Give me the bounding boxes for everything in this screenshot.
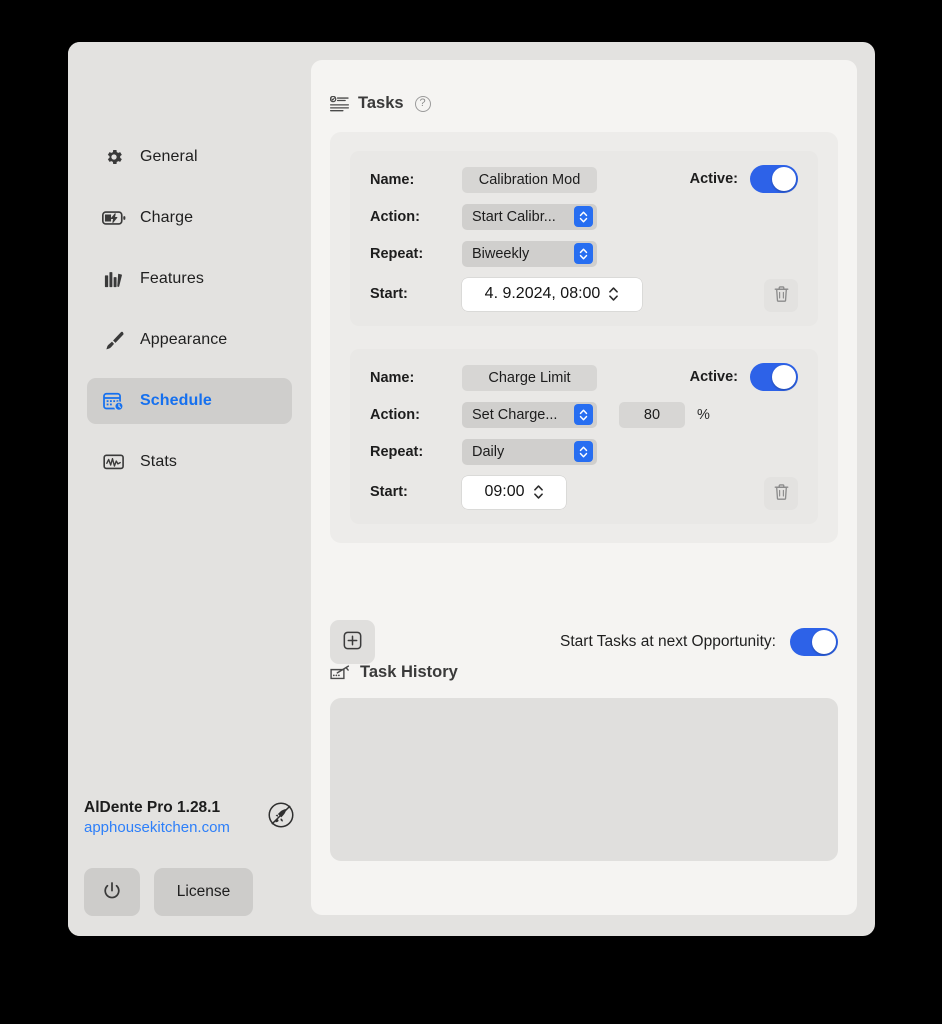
power-button[interactable] [84,868,140,916]
task-action-row: Action: Set Charge... % [370,399,798,430]
sidebar-item-label: Charge [140,209,194,226]
action-select-value: Set Charge... [472,406,558,423]
task-card: Active: Name: Action: Start Calibr... [350,151,818,326]
start-label: Start: [370,286,408,302]
percent-unit-label: % [697,406,710,423]
repeat-select[interactable]: Daily [462,438,597,465]
stepper-arrows-icon[interactable] [533,483,544,501]
content-panel: Tasks ? Active: Name: Action: Start Cali… [311,60,857,915]
delete-task-button[interactable] [764,477,798,510]
name-label: Name: [370,369,415,386]
task-card: Active: Name: Action: Set Charge... [350,349,818,524]
app-version-label: AlDente Pro 1.28.1 [84,799,221,816]
app-window: General Charge Features Appearance Sched… [68,42,875,936]
power-icon [101,880,123,905]
sidebar-footer: AlDente Pro 1.28.1 apphousekitchen.com L… [82,799,297,916]
start-datetime-field[interactable]: 4. 9.2024, 08:00 [462,277,642,311]
repeat-select[interactable]: Biweekly [462,240,597,267]
sidebar-item-label: Appearance [140,331,228,348]
start-next-opportunity-row: Start Tasks at next Opportunity: [560,628,838,656]
active-label: Active: [689,369,738,385]
repeat-label: Repeat: [370,443,424,460]
license-button[interactable]: License [154,868,253,916]
action-select[interactable]: Start Calibr... [462,203,597,230]
chevron-updown-icon [574,404,593,425]
task-action-row: Action: Start Calibr... [370,201,798,232]
task-repeat-row: Repeat: Biweekly [370,238,798,269]
gear-icon [101,146,127,168]
sidebar-item-label: Stats [140,453,177,470]
start-next-opportunity-label: Start Tasks at next Opportunity: [560,633,776,650]
website-link[interactable]: apphousekitchen.com [84,819,230,836]
tasks-title: Tasks [358,94,404,112]
start-datetime-value: 4. 9.2024, 08:00 [484,285,601,302]
sidebar-nav: General Charge Features Appearance Sched… [87,134,292,500]
task-history-panel[interactable] [330,698,838,861]
trash-icon [773,285,790,306]
start-time-field[interactable]: 09:00 [462,475,566,509]
task-active-block: Active: [690,363,798,391]
active-label: Active: [689,171,738,187]
toggle-knob [812,630,836,654]
help-icon[interactable]: ? [414,95,431,112]
chevron-updown-icon [574,243,593,264]
checklist-icon [330,95,349,112]
repeat-select-value: Daily [472,443,505,460]
sidebar-item-label: Schedule [140,392,212,409]
active-toggle[interactable] [750,165,798,193]
stepper-arrows-icon[interactable] [608,285,619,303]
tasks-footer-row: Start Tasks at next Opportunity: [330,620,838,664]
delete-task-button[interactable] [764,279,798,312]
toggle-knob [772,167,796,191]
sidebar-item-label: General [140,148,198,165]
charge-limit-input[interactable] [619,401,685,428]
tasks-section-header: Tasks ? [330,94,431,113]
calendar-clock-icon [101,390,127,412]
action-select-value: Start Calibr... [472,208,556,225]
task-start-row: Start: 09:00 [370,475,798,509]
footer-buttons: License [82,868,297,916]
books-icon [101,268,127,290]
sidebar-item-schedule[interactable]: Schedule [87,378,292,424]
sidebar-item-charge[interactable]: Charge [87,195,292,241]
paintbrush-icon [101,329,127,351]
sidebar-item-appearance[interactable]: Appearance [87,317,292,363]
battery-bolt-icon [101,207,127,229]
waveform-icon [101,451,127,473]
task-history-header: Task History [330,663,458,682]
trash-icon [773,483,790,504]
sidebar: General Charge Features Appearance Sched… [68,42,311,936]
task-history-title: Task History [360,663,458,681]
start-time-value: 09:00 [484,483,525,500]
tasks-list: Active: Name: Action: Start Calibr... [330,132,838,543]
repeat-label: Repeat: [370,245,424,262]
action-label: Action: [370,406,420,423]
name-label: Name: [370,171,415,188]
add-task-button[interactable] [330,620,375,664]
action-label: Action: [370,208,420,225]
task-name-input[interactable] [462,166,597,193]
action-select[interactable]: Set Charge... [462,401,597,428]
start-next-opportunity-toggle[interactable] [790,628,838,656]
task-start-row: Start: 4. 9.2024, 08:00 [370,277,798,311]
sidebar-item-features[interactable]: Features [87,256,292,302]
plus-square-icon [343,631,362,653]
sidebar-item-stats[interactable]: Stats [87,439,292,485]
repeat-select-value: Biweekly [472,245,530,262]
sidebar-item-general[interactable]: General [87,134,292,180]
rocket-circle-icon [267,801,295,834]
start-label: Start: [370,484,408,500]
task-repeat-row: Repeat: Daily [370,436,798,467]
sidebar-item-label: Features [140,270,204,287]
chevron-updown-icon [574,441,593,462]
task-name-input[interactable] [462,364,597,391]
active-toggle[interactable] [750,363,798,391]
chevron-updown-icon [574,206,593,227]
brand-text: AlDente Pro 1.28.1 apphousekitchen.com [84,799,230,836]
note-pencil-icon [330,664,351,681]
brand-block: AlDente Pro 1.28.1 apphousekitchen.com [82,799,297,836]
toggle-knob [772,365,796,389]
task-active-block: Active: [690,165,798,193]
